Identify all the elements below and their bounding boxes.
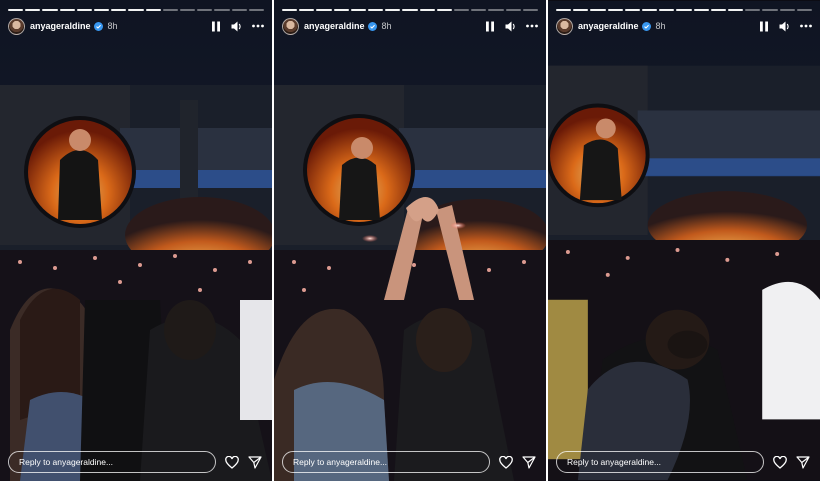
progress-segment bbox=[128, 9, 144, 11]
progress-segment bbox=[316, 9, 332, 11]
story-footer: Reply to anyageraldine... bbox=[8, 451, 264, 473]
story-progress-bar bbox=[282, 9, 539, 11]
progress-segment bbox=[94, 9, 110, 11]
progress-segment bbox=[76, 9, 93, 11]
send-icon[interactable] bbox=[796, 455, 810, 469]
progress-segment bbox=[162, 9, 179, 11]
story-photo bbox=[548, 0, 820, 481]
story-footer: Reply to anyageraldine... bbox=[282, 451, 538, 473]
progress-segment bbox=[590, 9, 606, 11]
story-panel-1[interactable]: anyageraldine 8h Reply to anyageraldine.… bbox=[0, 0, 272, 481]
progress-segment bbox=[454, 9, 470, 11]
story-progress-bar bbox=[556, 9, 813, 11]
pause-icon[interactable] bbox=[210, 20, 222, 32]
progress-segment bbox=[436, 9, 453, 11]
progress-segment bbox=[659, 9, 675, 11]
story-panel-3[interactable]: anyageraldine 8h Reply to anyageraldine.… bbox=[548, 0, 820, 481]
heart-icon[interactable] bbox=[499, 455, 513, 469]
volume-icon[interactable] bbox=[505, 20, 517, 32]
verified-badge-icon bbox=[367, 21, 377, 31]
progress-segment bbox=[25, 9, 41, 11]
progress-segment bbox=[59, 9, 75, 11]
progress-segment bbox=[248, 9, 265, 11]
progress-segment bbox=[471, 9, 487, 11]
post-time: 8h bbox=[107, 21, 118, 31]
progress-segment bbox=[779, 9, 795, 11]
progress-segment bbox=[419, 9, 435, 11]
progress-segment bbox=[111, 9, 127, 11]
progress-segment bbox=[180, 9, 196, 11]
volume-icon[interactable] bbox=[231, 20, 243, 32]
progress-segment bbox=[762, 9, 778, 11]
story-header: anyageraldine 8h bbox=[282, 15, 538, 37]
progress-segment bbox=[282, 9, 298, 11]
more-icon[interactable] bbox=[800, 20, 812, 32]
progress-segment bbox=[231, 9, 247, 11]
progress-segment bbox=[745, 9, 761, 11]
story-progress-bar bbox=[8, 9, 265, 11]
progress-segment bbox=[299, 9, 315, 11]
username[interactable]: anyageraldine bbox=[30, 21, 91, 31]
reply-input[interactable]: Reply to anyageraldine... bbox=[8, 451, 216, 473]
progress-segment bbox=[42, 9, 58, 11]
progress-segment bbox=[368, 9, 384, 11]
reply-input[interactable]: Reply to anyageraldine... bbox=[282, 451, 490, 473]
story-photo bbox=[274, 0, 546, 481]
reply-placeholder: Reply to anyageraldine... bbox=[19, 457, 114, 467]
heart-icon[interactable] bbox=[225, 455, 239, 469]
reply-input[interactable]: Reply to anyageraldine... bbox=[556, 451, 764, 473]
progress-segment bbox=[796, 9, 813, 11]
story-photo bbox=[0, 0, 272, 481]
send-icon[interactable] bbox=[248, 455, 262, 469]
story-header: anyageraldine 8h bbox=[8, 15, 264, 37]
progress-segment bbox=[607, 9, 623, 11]
progress-segment bbox=[385, 9, 401, 11]
profile-avatar[interactable] bbox=[8, 17, 25, 35]
pause-icon[interactable] bbox=[484, 20, 496, 32]
progress-segment bbox=[402, 9, 418, 11]
post-time: 8h bbox=[655, 21, 666, 31]
progress-segment bbox=[197, 9, 213, 11]
progress-segment bbox=[8, 9, 24, 11]
progress-segment bbox=[214, 9, 230, 11]
more-icon[interactable] bbox=[526, 20, 538, 32]
progress-segment bbox=[522, 9, 539, 11]
progress-segment bbox=[624, 9, 641, 11]
profile-avatar[interactable] bbox=[282, 17, 299, 35]
progress-segment bbox=[488, 9, 504, 11]
story-footer: Reply to anyageraldine... bbox=[556, 451, 812, 473]
username[interactable]: anyageraldine bbox=[304, 21, 365, 31]
progress-segment bbox=[145, 9, 161, 11]
volume-icon[interactable] bbox=[779, 20, 791, 32]
post-time: 8h bbox=[381, 21, 392, 31]
verified-badge-icon bbox=[93, 21, 103, 31]
progress-segment bbox=[728, 9, 744, 11]
progress-segment bbox=[350, 9, 367, 11]
progress-segment bbox=[693, 9, 709, 11]
progress-segment bbox=[556, 9, 572, 11]
progress-segment bbox=[505, 9, 521, 11]
profile-avatar[interactable] bbox=[556, 17, 573, 35]
username[interactable]: anyageraldine bbox=[578, 21, 639, 31]
story-panel-2[interactable]: anyageraldine 8h Reply to anyageraldine.… bbox=[274, 0, 546, 481]
progress-segment bbox=[333, 9, 349, 11]
reply-placeholder: Reply to anyageraldine... bbox=[567, 457, 662, 467]
pause-icon[interactable] bbox=[758, 20, 770, 32]
progress-segment bbox=[676, 9, 692, 11]
more-icon[interactable] bbox=[252, 20, 264, 32]
verified-badge-icon bbox=[641, 21, 651, 31]
progress-segment bbox=[710, 9, 727, 11]
heart-icon[interactable] bbox=[773, 455, 787, 469]
story-header: anyageraldine 8h bbox=[556, 15, 812, 37]
progress-segment bbox=[642, 9, 658, 11]
progress-segment bbox=[573, 9, 589, 11]
send-icon[interactable] bbox=[522, 455, 536, 469]
reply-placeholder: Reply to anyageraldine... bbox=[293, 457, 388, 467]
